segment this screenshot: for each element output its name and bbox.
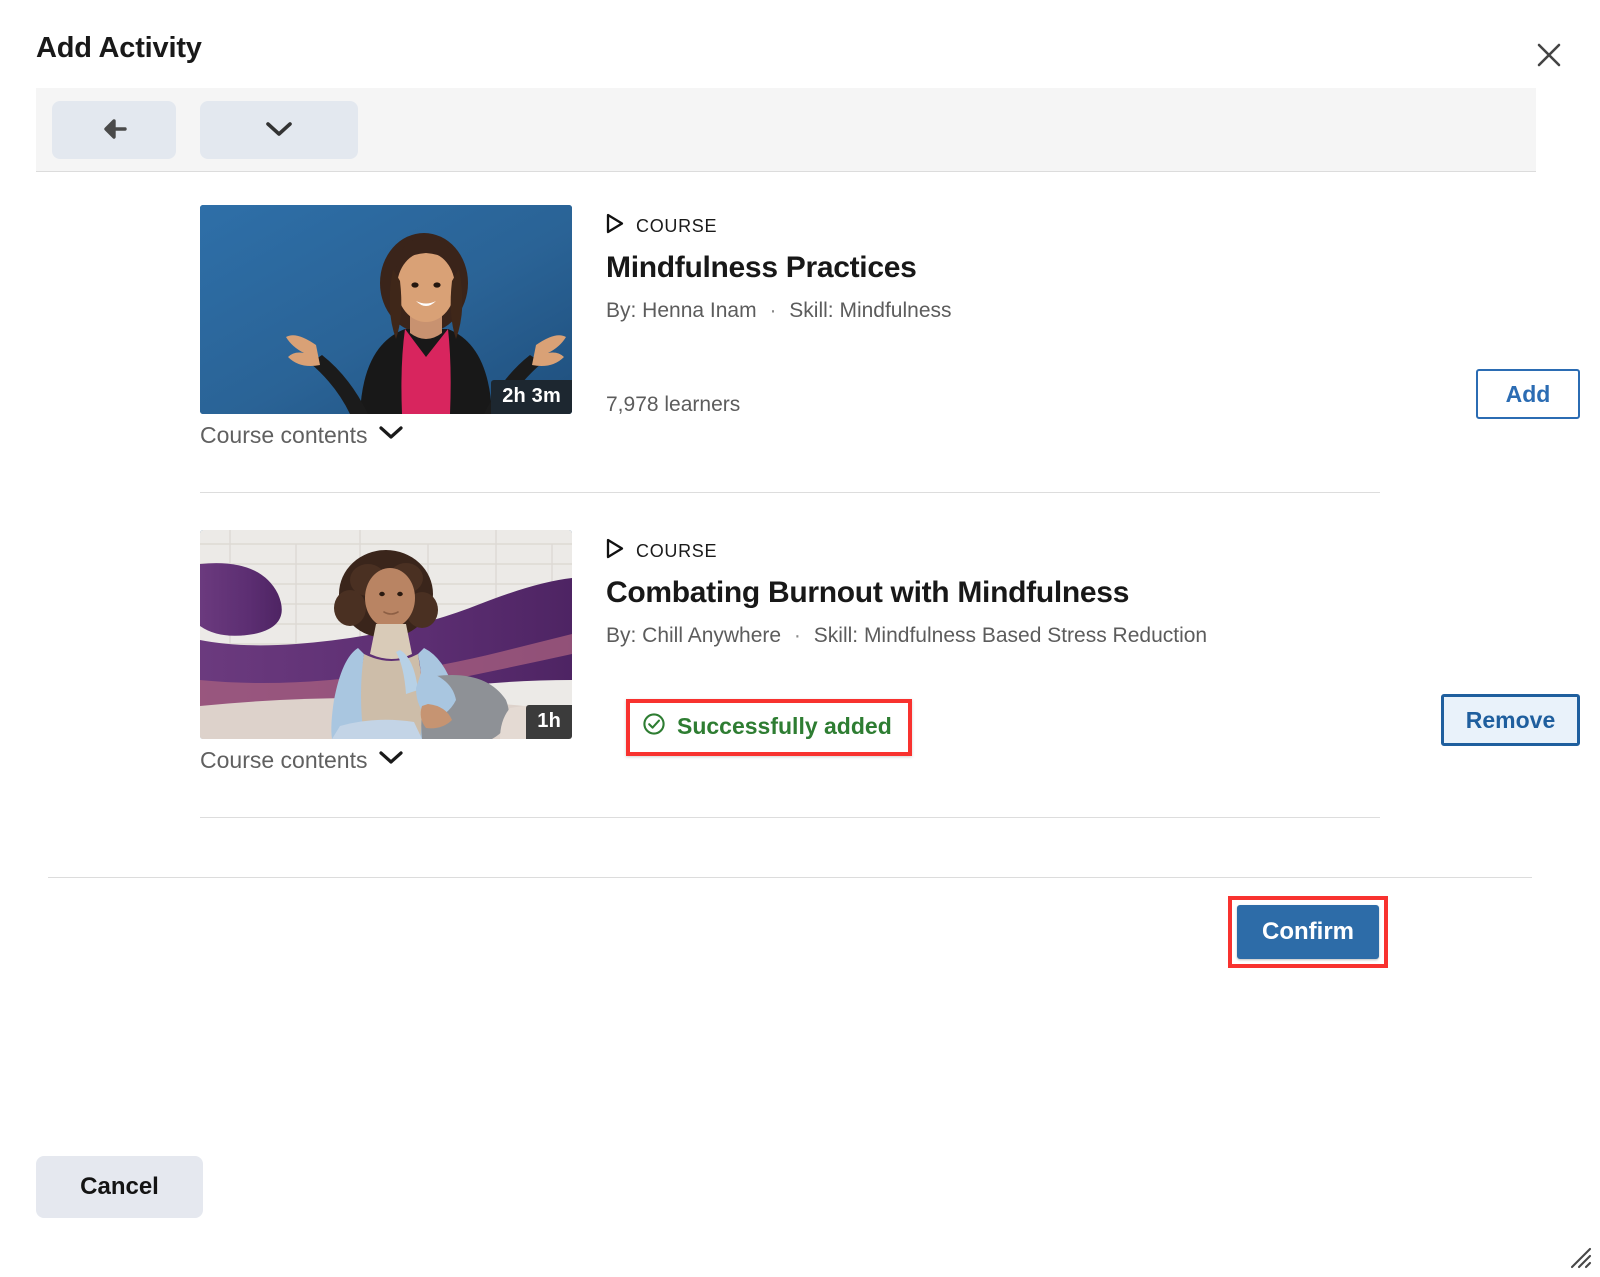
course-actions: 7,978 learners Add	[606, 369, 1580, 427]
remove-button[interactable]: Remove	[1441, 694, 1580, 746]
course-title[interactable]: Combating Burnout with Mindfulness	[606, 576, 1380, 610]
course-actions: Successfully added Remove	[606, 694, 1580, 756]
course-title[interactable]: Mindfulness Practices	[606, 251, 1380, 285]
course-byline: By: Henna Inam · Skill: Mindfulness	[606, 299, 1380, 323]
confirm-button[interactable]: Confirm	[1237, 905, 1379, 959]
course-thumbnail-block: 2h 3m Course contents	[200, 205, 572, 449]
close-button[interactable]	[1528, 34, 1570, 76]
course-type-label: COURSE	[636, 215, 718, 236]
course-byline: By: Chill Anywhere · Skill: Mindfulness …	[606, 624, 1380, 648]
arrow-left-icon	[99, 116, 129, 145]
add-button[interactable]: Add	[1476, 369, 1580, 419]
back-button[interactable]	[52, 101, 176, 159]
course-author: By: Henna Inam	[606, 299, 757, 322]
course-thumbnail[interactable]: 1h	[200, 530, 572, 739]
resize-grip-icon[interactable]	[1566, 1243, 1592, 1269]
status-badge: Successfully added	[626, 699, 912, 756]
course-type-label: COURSE	[636, 540, 718, 561]
course-author: By: Chill Anywhere	[606, 624, 782, 647]
course-skill: Skill: Mindfulness Based Stress Reductio…	[813, 624, 1208, 647]
list-divider	[200, 817, 1380, 818]
expand-button[interactable]	[200, 101, 358, 159]
duration-badge: 1h	[526, 705, 572, 739]
confirm-highlight: Confirm	[1228, 896, 1388, 968]
play-triangle-icon	[606, 213, 624, 239]
list-divider	[200, 492, 1380, 493]
course-contents-label: Course contents	[200, 747, 368, 773]
status-highlight: Successfully added	[626, 699, 912, 756]
byline-separator: ·	[769, 299, 777, 322]
course-thumbnail-block: 1h Course contents	[200, 530, 572, 774]
byline-separator: ·	[793, 624, 801, 647]
duration-badge: 2h 3m	[491, 380, 572, 414]
footer-divider	[48, 877, 1532, 878]
check-circle-icon	[642, 712, 666, 741]
course-details: COURSE Mindfulness Practices By: Henna I…	[606, 205, 1380, 323]
dialog-header: Add Activity	[0, 0, 1600, 88]
close-icon	[1536, 42, 1562, 68]
course-details: COURSE Combating Burnout with Mindfulnes…	[606, 530, 1380, 648]
course-contents-toggle[interactable]: Course contents	[200, 747, 404, 774]
confirm-highlight-box: Confirm	[1228, 896, 1388, 968]
toolbar	[36, 88, 1536, 172]
course-type: COURSE	[606, 213, 1380, 239]
course-list: 2h 3m Course contents COURSE Mindfulness…	[0, 172, 1600, 872]
cancel-button[interactable]: Cancel	[36, 1156, 203, 1218]
course-thumbnail[interactable]: 2h 3m	[200, 205, 572, 414]
page-title: Add Activity	[36, 32, 202, 64]
course-type: COURSE	[606, 538, 1380, 564]
chevron-down-icon	[265, 120, 293, 141]
status-text: Successfully added	[677, 713, 892, 739]
course-contents-toggle[interactable]: Course contents	[200, 422, 404, 449]
chevron-down-icon	[378, 750, 404, 771]
chevron-down-icon	[378, 425, 404, 446]
play-triangle-icon	[606, 538, 624, 564]
thumbnail-art-couch	[200, 530, 572, 739]
learners-count: 7,978 learners	[606, 393, 741, 416]
course-skill: Skill: Mindfulness	[789, 299, 952, 322]
course-contents-label: Course contents	[200, 422, 368, 448]
